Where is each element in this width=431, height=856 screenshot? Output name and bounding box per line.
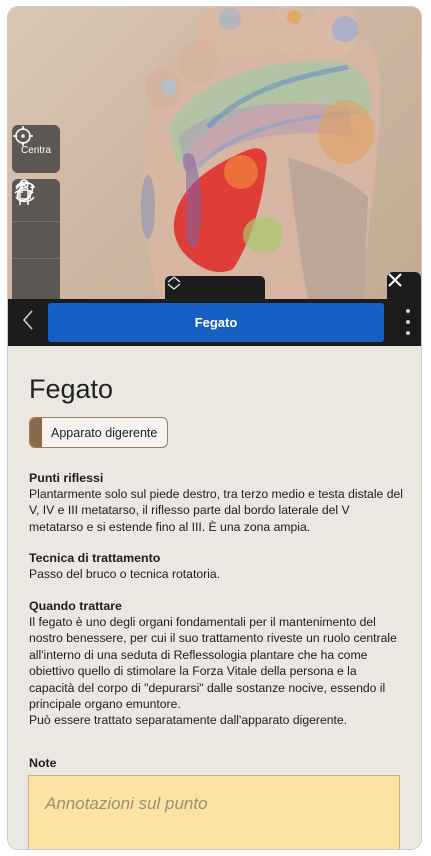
section-body: Il fegato è uno degli organi fondamental…: [29, 615, 397, 712]
viewer-toolbar: [12, 179, 60, 299]
app-window: Centra Fegato Fegato Apparato digerente …: [8, 7, 421, 849]
section-tecnica: Tecnica di trattamento Passo del bruco o…: [29, 550, 404, 582]
more-dot-icon: [406, 320, 410, 324]
section-heading: Quando trattare: [29, 599, 122, 613]
more-options-button[interactable]: [401, 309, 415, 335]
section-quando-trattare: Quando trattare Il fegato è uno degli or…: [29, 598, 404, 729]
more-dot-icon: [406, 309, 410, 313]
back-button[interactable]: [14, 307, 42, 337]
center-view-button[interactable]: Centra: [12, 125, 60, 173]
section-body: Plantarmente solo sul piede destro, tra …: [29, 487, 403, 534]
header-title: Fegato: [48, 303, 384, 342]
section-heading: Tecnica di trattamento: [29, 551, 161, 565]
detail-content[interactable]: Fegato Apparato digerente Punti riflessi…: [8, 346, 421, 849]
close-button[interactable]: [387, 272, 421, 299]
notes-label: Note: [29, 756, 57, 770]
section-body: Passo del bruco o tecnica rotatoria.: [29, 567, 221, 581]
section-body: Può essere trattato separatamente dall'a…: [29, 713, 348, 728]
foot-model: [141, 7, 381, 299]
category-color-bar: [30, 418, 42, 447]
section-heading: Punti riflessi: [29, 471, 104, 485]
detail-header-bar: Fegato: [8, 299, 421, 346]
category-tag[interactable]: Apparato digerente: [29, 417, 168, 448]
notes-placeholder: Annotazioni sul punto: [45, 794, 208, 813]
rotate-view-button[interactable]: [12, 181, 60, 259]
page-title: Fegato: [29, 374, 114, 404]
more-tools-button[interactable]: [12, 181, 60, 283]
category-tag-label: Apparato digerente: [51, 425, 158, 440]
foot-3d-viewer[interactable]: Centra: [8, 7, 421, 299]
more-dot-icon: [406, 331, 410, 335]
section-punti-riflessi: Punti riflessi Plantarmente solo sul pie…: [29, 470, 404, 535]
expand-panel-handle[interactable]: [165, 276, 265, 299]
notes-field[interactable]: Annotazioni sul punto: [28, 775, 400, 849]
chevron-left-icon: [22, 309, 34, 336]
